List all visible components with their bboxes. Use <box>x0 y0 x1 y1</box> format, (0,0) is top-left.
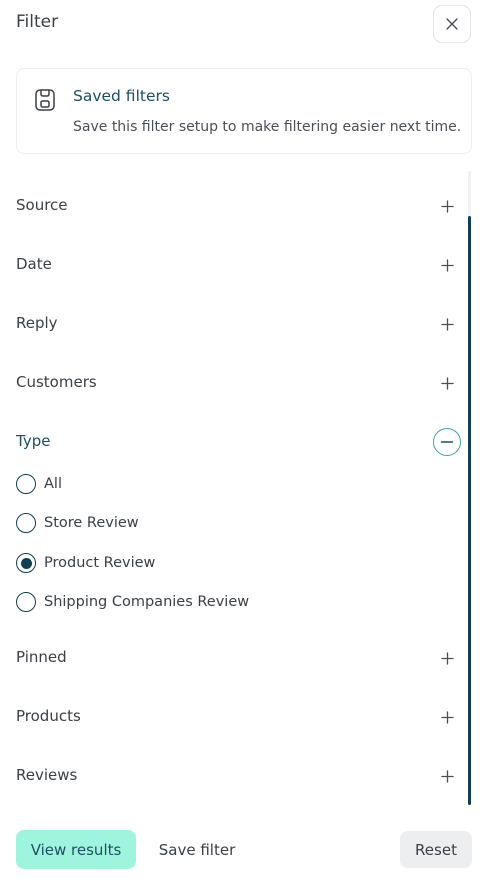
section-customers[interactable]: Customers <box>16 365 460 401</box>
expand-button[interactable] <box>434 311 460 337</box>
expand-button[interactable] <box>434 763 460 789</box>
expand-button[interactable] <box>434 193 460 219</box>
saved-filters-card[interactable]: Saved filters Save this filter setup to … <box>16 68 472 154</box>
collapse-button[interactable] <box>433 428 461 456</box>
plus-icon <box>440 376 454 390</box>
radio-option-all[interactable]: All <box>16 472 62 496</box>
plus-icon <box>440 710 454 724</box>
section-pinned[interactable]: Pinned <box>16 640 460 676</box>
scrollbar-thumb[interactable] <box>468 216 471 805</box>
section-source[interactable]: Source <box>16 188 460 224</box>
radio-label: Shipping Companies Review <box>44 594 250 610</box>
section-reviews[interactable]: Reviews <box>16 758 460 794</box>
section-date[interactable]: Date <box>16 247 460 283</box>
reset-button[interactable]: Reset <box>400 831 472 868</box>
radio-label: Store Review <box>44 515 139 531</box>
expand-button[interactable] <box>434 252 460 278</box>
save-filter-button[interactable]: Save filter <box>149 830 245 869</box>
section-label: Pinned <box>16 648 67 666</box>
plus-icon <box>440 317 454 331</box>
section-label: Type <box>16 432 51 450</box>
expand-button[interactable] <box>434 704 460 730</box>
saved-filters-title[interactable]: Saved filters <box>73 87 170 105</box>
radio-button[interactable] <box>16 592 36 612</box>
close-icon <box>446 18 458 30</box>
radio-button[interactable] <box>16 513 36 533</box>
radio-button-checked[interactable] <box>16 553 36 573</box>
radio-label: Product Review <box>44 555 156 571</box>
radio-option-store-review[interactable]: Store Review <box>16 511 139 535</box>
section-reply[interactable]: Reply <box>16 306 460 342</box>
radio-option-shipping-companies-review[interactable]: Shipping Companies Review <box>16 590 249 614</box>
section-label: Customers <box>16 373 97 391</box>
section-label: Date <box>16 255 52 273</box>
section-label: Products <box>16 707 81 725</box>
plus-icon <box>440 258 454 272</box>
page-title: Filter <box>16 12 59 32</box>
plus-icon <box>440 769 454 783</box>
radio-option-product-review[interactable]: Product Review <box>16 551 155 575</box>
plus-icon <box>440 199 454 213</box>
filter-header: Filter <box>0 0 484 50</box>
expand-button[interactable] <box>434 370 460 396</box>
radio-label: All <box>44 476 62 492</box>
section-label: Reviews <box>16 766 78 784</box>
expand-button[interactable] <box>434 645 460 671</box>
section-label: Reply <box>16 314 58 332</box>
minus-icon <box>440 441 454 443</box>
view-results-button[interactable]: View results <box>16 830 136 869</box>
close-button[interactable] <box>433 5 471 43</box>
section-type[interactable]: Type <box>16 424 461 460</box>
plus-icon <box>440 651 454 665</box>
saved-filters-description: Save this filter setup to make filtering… <box>73 119 462 135</box>
radio-button[interactable] <box>16 474 36 494</box>
bookmark-icon <box>35 89 55 111</box>
section-products[interactable]: Products <box>16 699 460 735</box>
section-label: Source <box>16 196 68 214</box>
